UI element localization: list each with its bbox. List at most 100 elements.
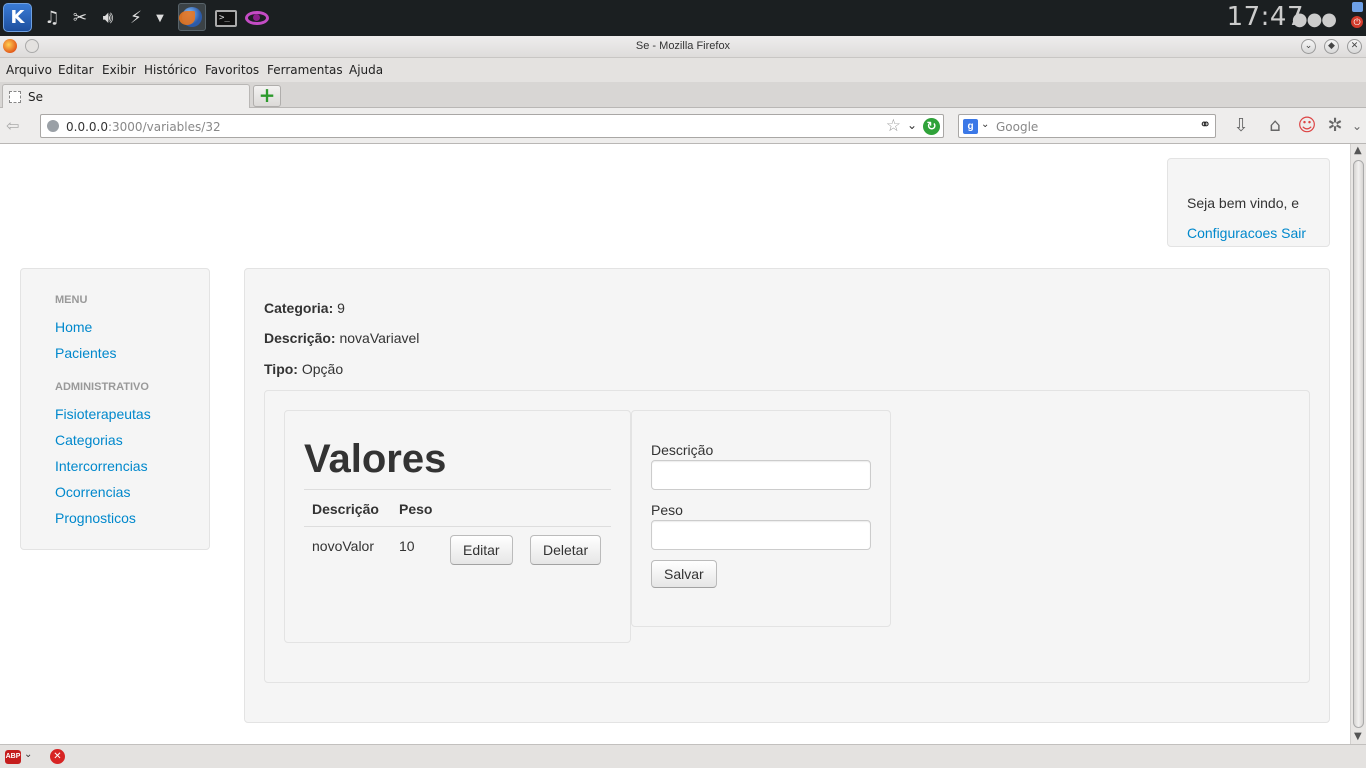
chevron-down-icon[interactable]: ▼ bbox=[146, 4, 174, 32]
nav-header-admin: ADMINISTRATIVO bbox=[55, 381, 149, 393]
stop-icon[interactable]: ✕ bbox=[50, 749, 65, 764]
addon-icon[interactable]: ☺ bbox=[1296, 115, 1318, 137]
search-bar[interactable]: g ⌄ Google ⚭ bbox=[958, 114, 1216, 138]
menu-favoritos[interactable]: Favoritos bbox=[205, 63, 259, 77]
valores-container: Valores Descrição Peso novoValor 10 Edit… bbox=[264, 390, 1310, 683]
descricao-input[interactable] bbox=[651, 460, 871, 490]
delete-button[interactable]: Deletar bbox=[530, 535, 602, 565]
column-header-peso: Peso bbox=[399, 501, 433, 517]
sidebar: MENU Home Pacientes ADMINISTRATIVO Fisio… bbox=[20, 268, 210, 550]
volume-icon[interactable]: 🔊︎ bbox=[94, 4, 122, 32]
chevron-down-icon[interactable]: ⌄ bbox=[981, 119, 989, 130]
minimize-icon[interactable]: ⌄ bbox=[1301, 39, 1316, 54]
categoria-label: Categoria: bbox=[264, 300, 334, 316]
welcome-text: Seja bem vindo, e bbox=[1187, 195, 1300, 211]
tipo-label: Tipo: bbox=[264, 361, 298, 377]
url-host: 0.0.0.0 bbox=[66, 120, 108, 134]
valores-table-box: Valores Descrição Peso novoValor 10 Edit… bbox=[284, 410, 631, 643]
tab-label: Se bbox=[28, 90, 43, 104]
menubar: Arquivo Editar Exibir Histórico Favorito… bbox=[0, 58, 1366, 82]
page-scrollbar[interactable]: ▲ ▼ bbox=[1350, 144, 1366, 744]
maximize-icon[interactable]: ◆ bbox=[1324, 39, 1339, 54]
gear-icon[interactable]: ✲ bbox=[1324, 115, 1346, 137]
cell-peso: 10 bbox=[399, 538, 415, 554]
sidebar-item-fisioterapeutas[interactable]: Fisioterapeutas bbox=[55, 406, 151, 422]
chevron-down-icon[interactable]: ⌄ bbox=[907, 118, 917, 132]
menu-ajuda[interactable]: Ajuda bbox=[349, 63, 383, 77]
sidebar-item-ocorrencias[interactable]: Ocorrencias bbox=[55, 484, 130, 500]
descricao-field-label: Descrição bbox=[651, 442, 714, 458]
url-text[interactable]: 0.0.0.0:3000/variables/32 bbox=[66, 120, 221, 134]
divider bbox=[304, 489, 611, 490]
kde-menu-icon[interactable]: K bbox=[3, 3, 32, 32]
valores-title: Valores bbox=[304, 437, 447, 481]
close-window-icon[interactable]: ✕ bbox=[1347, 39, 1362, 54]
page-viewport: Seja bem vindo, e Configuracoes Sair MEN… bbox=[0, 144, 1350, 744]
tab-active[interactable]: Se bbox=[2, 84, 250, 108]
reload-icon[interactable]: ↻ bbox=[923, 118, 940, 135]
nav-header-menu: MENU bbox=[55, 294, 88, 306]
valor-form: Descrição Peso Salvar bbox=[631, 410, 891, 627]
search-input[interactable]: Google bbox=[996, 120, 1038, 134]
tools-icon[interactable]: ✂ bbox=[66, 4, 94, 32]
scroll-thumb[interactable] bbox=[1353, 160, 1364, 728]
page-icon bbox=[9, 91, 21, 103]
panel-edge: ⏻ bbox=[1351, 2, 1365, 34]
chevron-down-icon[interactable]: ⌄ bbox=[1346, 115, 1366, 137]
peso-field-label: Peso bbox=[651, 502, 683, 518]
cell-descricao: novoValor bbox=[312, 538, 375, 554]
tipo-value: Opção bbox=[301, 361, 344, 377]
kde-panel: K ♫ ✂ 🔊︎ ⚡︎ ▼ >_ 17:47 ●●● ⏻ bbox=[0, 0, 1366, 36]
menu-ferramentas[interactable]: Ferramentas bbox=[267, 63, 343, 77]
scroll-down-icon[interactable]: ▼ bbox=[1354, 731, 1362, 742]
statusbar: ABP ⌄ ✕ bbox=[0, 744, 1366, 768]
column-header-descricao: Descrição bbox=[312, 501, 379, 517]
globe-icon bbox=[47, 120, 59, 132]
sidebar-item-pacientes[interactable]: Pacientes bbox=[55, 345, 116, 361]
more-dots-icon[interactable]: ●●● bbox=[1292, 9, 1337, 30]
url-bar[interactable]: 0.0.0.0:3000/variables/32 ☆ ⌄ ↻ bbox=[40, 114, 944, 138]
navigation-toolbar: ⇦ 0.0.0.0:3000/variables/32 ☆ ⌄ ↻ g ⌄ Go… bbox=[0, 108, 1366, 144]
star-icon[interactable]: ☆ bbox=[886, 116, 901, 136]
home-icon[interactable]: ⌂ bbox=[1264, 115, 1286, 137]
url-path: :3000/variables/32 bbox=[107, 120, 221, 134]
firefox-icon[interactable] bbox=[178, 3, 206, 31]
binoculars-icon[interactable]: ⚭ bbox=[1199, 117, 1211, 133]
tipo-field: Tipo: Opção bbox=[264, 361, 343, 377]
terminal-icon[interactable]: >_ bbox=[212, 4, 240, 32]
menu-historico[interactable]: Histórico bbox=[144, 63, 197, 77]
google-icon[interactable]: g bbox=[963, 119, 978, 134]
edit-button[interactable]: Editar bbox=[450, 535, 513, 565]
power-icon[interactable]: ⏻ bbox=[1351, 16, 1363, 28]
welcome-links: Configuracoes Sair bbox=[1187, 225, 1306, 241]
peso-input[interactable] bbox=[651, 520, 871, 550]
window-titlebar: Se - Mozilla Firefox ⌄ ◆ ✕ bbox=[0, 36, 1366, 58]
descricao-label: Descrição: bbox=[264, 330, 336, 346]
settings-link[interactable]: Configuracoes bbox=[1187, 225, 1277, 241]
categoria-field: Categoria: 9 bbox=[264, 300, 345, 316]
main-content: Categoria: 9 Descrição: novaVariavel Tip… bbox=[244, 268, 1330, 723]
sidebar-item-prognosticos[interactable]: Prognosticos bbox=[55, 510, 136, 526]
sidebar-item-categorias[interactable]: Categorias bbox=[55, 432, 123, 448]
new-tab-button[interactable]: + bbox=[253, 85, 281, 107]
eye-icon[interactable] bbox=[243, 4, 271, 32]
save-button[interactable]: Salvar bbox=[651, 560, 717, 588]
window-title: Se - Mozilla Firefox bbox=[635, 40, 731, 52]
scroll-up-icon[interactable]: ▲ bbox=[1354, 145, 1362, 156]
welcome-box: Seja bem vindo, e Configuracoes Sair bbox=[1167, 158, 1330, 247]
menu-editar[interactable]: Editar bbox=[58, 63, 94, 77]
sidebar-item-intercorrencias[interactable]: Intercorrencias bbox=[55, 458, 148, 474]
categoria-value: 9 bbox=[337, 300, 345, 316]
menu-arquivo[interactable]: Arquivo bbox=[6, 63, 52, 77]
logout-link[interactable]: Sair bbox=[1281, 225, 1306, 241]
back-icon[interactable]: ⇦ bbox=[6, 116, 19, 135]
descricao-field: Descrição: novaVariavel bbox=[264, 330, 419, 346]
adblock-icon[interactable]: ABP bbox=[5, 750, 21, 764]
sidebar-item-home[interactable]: Home bbox=[55, 319, 92, 335]
music-icon[interactable]: ♫ bbox=[38, 4, 66, 32]
chevron-down-icon[interactable]: ⌄ bbox=[24, 749, 32, 760]
download-icon[interactable]: ⇩ bbox=[1230, 115, 1252, 137]
lock-icon[interactable] bbox=[1352, 2, 1363, 12]
menu-exibir[interactable]: Exibir bbox=[102, 63, 136, 77]
divider bbox=[304, 526, 611, 527]
